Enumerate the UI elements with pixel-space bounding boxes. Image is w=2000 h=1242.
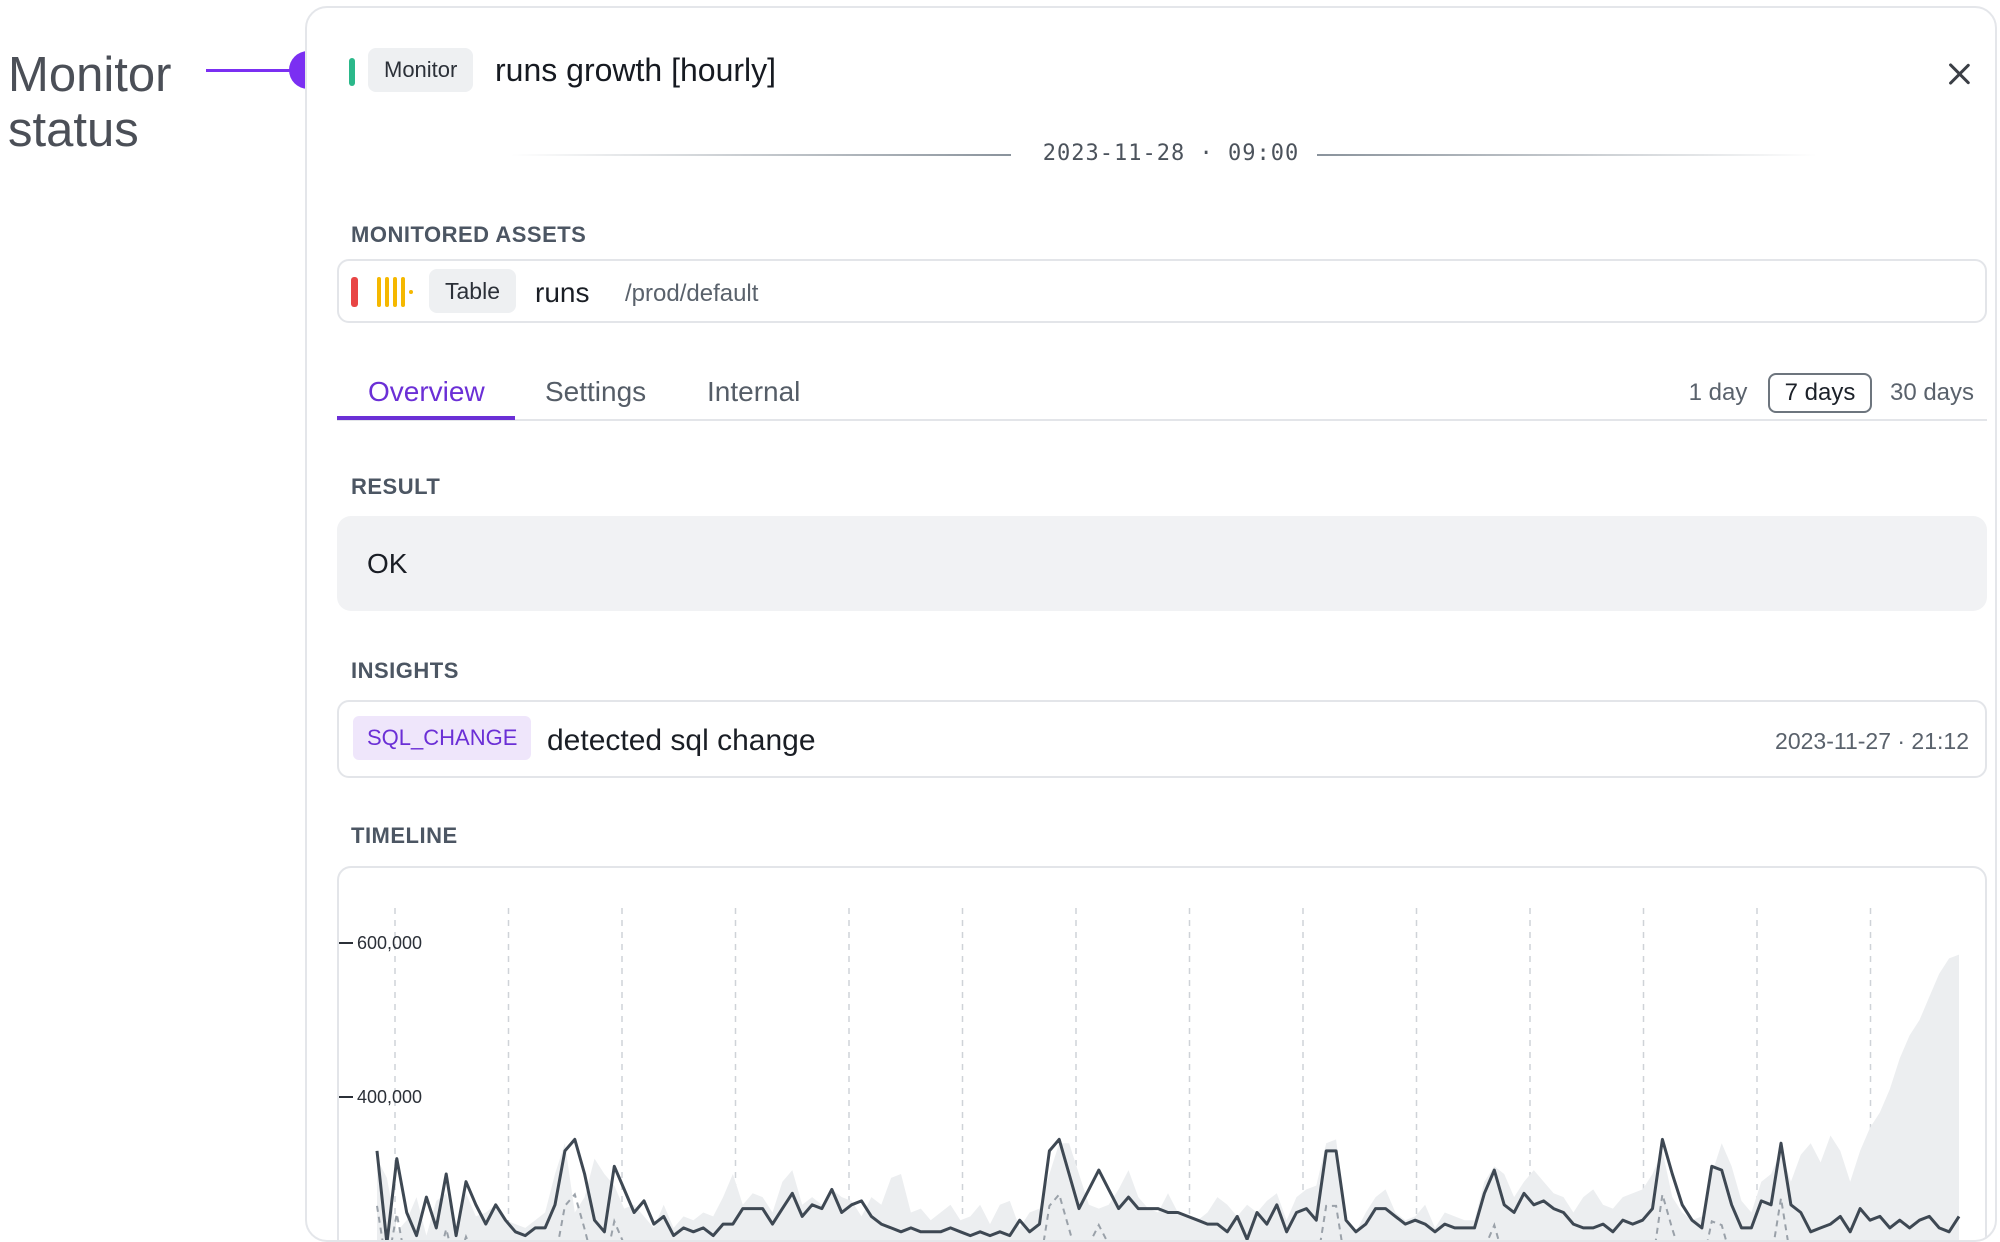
date-divider-left <box>511 154 1011 156</box>
tabs-divider <box>337 419 1987 421</box>
asset-status-indicator <box>351 277 358 307</box>
date-divider-right <box>1317 154 1817 156</box>
y-tick-label: 600,000 <box>357 933 422 953</box>
callout-label: Monitor status <box>8 48 171 158</box>
range-1-day[interactable]: 1 day <box>1681 373 1755 413</box>
monitor-panel: Monitor runs growth [hourly] 2023-11-28 … <box>305 6 1997 1242</box>
callout-label-line2: status <box>8 103 139 157</box>
insight-text: detected sql change <box>547 724 816 757</box>
range-30-days[interactable]: 30 days <box>1882 373 1982 413</box>
result-heading: RESULT <box>351 474 441 499</box>
monitor-status-indicator <box>349 58 355 86</box>
tab-settings[interactable]: Settings <box>545 376 646 408</box>
expected-range-area <box>377 954 1959 1240</box>
timeline-heading: TIMELINE <box>351 823 458 848</box>
close-icon[interactable] <box>1947 62 1971 86</box>
insight-row[interactable]: SQL_CHANGE detected sql change 2023-11-2… <box>337 700 1987 778</box>
asset-name: runs <box>535 277 590 308</box>
timeline-chart: 600,000 400,000 <box>337 866 1987 1240</box>
table-bars-icon <box>377 276 417 308</box>
active-tab-indicator <box>337 416 515 420</box>
monitored-assets-heading: MONITORED ASSETS <box>351 222 587 247</box>
asset-type-badge: Table <box>429 269 516 313</box>
monitor-badge: Monitor <box>368 48 474 92</box>
run-timestamp: 2023-11-28 · 09:00 <box>1042 141 1300 166</box>
asset-row[interactable]: Table runs /prod/default <box>337 259 1987 323</box>
result-value: OK <box>367 548 408 579</box>
panel-title: runs growth [hourly] <box>495 52 777 88</box>
insight-time: 2023-11-27 · 21:12 <box>1775 728 1969 754</box>
tab-overview[interactable]: Overview <box>368 376 485 408</box>
tab-internal[interactable]: Internal <box>707 376 800 408</box>
result-box: OK <box>337 516 1987 611</box>
asset-path: /prod/default <box>625 280 759 307</box>
callout-label-line1: Monitor <box>8 48 172 102</box>
range-7-days[interactable]: 7 days <box>1768 373 1872 413</box>
insights-heading: INSIGHTS <box>351 658 459 683</box>
timeline-chart-svg: 600,000 400,000 <box>339 908 1961 1240</box>
y-tick-label: 400,000 <box>357 1087 422 1107</box>
insight-tag: SQL_CHANGE <box>353 716 532 760</box>
